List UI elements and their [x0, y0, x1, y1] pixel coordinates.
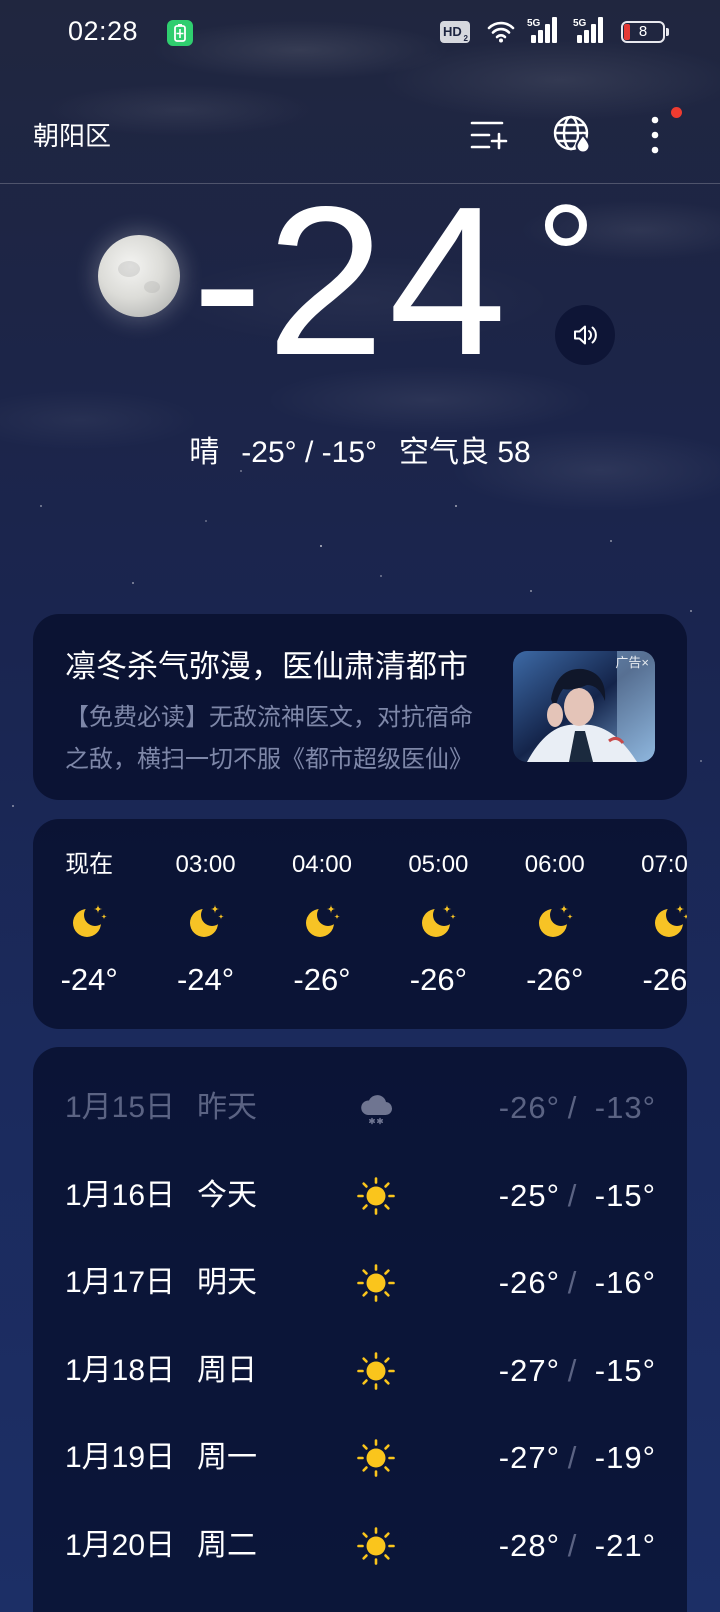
moon-stars-icon — [535, 901, 575, 941]
battery-level: 8 — [638, 23, 648, 40]
sun-icon — [356, 1351, 396, 1391]
ad-description: 【免费必读】无敌流神医文，对抗宿命之敌，横扫一切不服《都市超级医仙》 — [65, 704, 473, 773]
hourly-item[interactable]: 06:00 -26° — [497, 819, 613, 999]
ad-card[interactable]: 凛冬杀气弥漫，医仙肃清都市 【免费必读】无敌流神医文，对抗宿命之敌，横扫一切不服… — [33, 614, 687, 800]
condition-summary[interactable]: 晴 -25° / -15° 空气良 58 — [0, 433, 720, 473]
star-background — [0, 0, 2, 2]
globe-icon[interactable] — [552, 114, 592, 154]
day-date: 1月19日 — [65, 1441, 176, 1475]
day-date: 1月16日 — [65, 1178, 176, 1212]
speaker-icon — [574, 325, 597, 345]
network-type-label: 5G — [527, 18, 541, 29]
day-label: 明天 — [197, 1266, 257, 1300]
day-label: 周二 — [197, 1528, 257, 1562]
temperature-range: -25° / -15° — [241, 436, 377, 469]
day-max-temp: -19° — [594, 1440, 656, 1476]
hourly-item[interactable]: 07:00 -26° — [613, 819, 687, 999]
location-title[interactable]: 朝阳区 — [33, 121, 111, 151]
current-temperature: -24 — [192, 162, 511, 399]
daily-row[interactable]: 1月20日 周二 -28° / -21° — [33, 1502, 687, 1590]
hourly-item[interactable]: 03:00 -24° — [147, 819, 263, 999]
status-time: 02:28 — [68, 16, 139, 46]
day-min-temp: -28° — [498, 1527, 560, 1563]
daily-row[interactable]: 1月17日 明天 -26° / -16° — [33, 1239, 687, 1327]
hour-temperature: -26° — [526, 962, 584, 997]
air-quality[interactable]: 空气良 58 — [399, 433, 531, 473]
notification-dot — [671, 107, 682, 118]
day-max-temp: -16° — [594, 1265, 656, 1301]
signal-icon: 5G — [573, 17, 603, 43]
sun-icon — [356, 1526, 396, 1566]
moon-stars-icon — [69, 901, 109, 941]
hourly-item[interactable]: 05:00 -26° — [380, 819, 496, 999]
day-max-temp: -15° — [594, 1352, 656, 1388]
day-date: 1月18日 — [65, 1353, 176, 1387]
add-city-icon[interactable] — [469, 118, 509, 152]
daily-forecast-list: 1月15日 昨天 -26° / -13° 1月16日 今天 -25° / -15… — [33, 1064, 687, 1590]
hour-label: 06:00 — [524, 851, 585, 878]
weather-app-screen: 02:28 HD 2 5G 5G 8 朝阳区 -24 ° 晴 -25° / -1… — [0, 0, 720, 1612]
ad-label: 广告 — [615, 655, 642, 670]
ad-close-button[interactable]: × — [641, 655, 649, 670]
day-min-temp: -26° — [498, 1090, 560, 1125]
sun-icon — [356, 1263, 396, 1303]
hour-temperature: -26° — [409, 962, 467, 997]
day-label: 今天 — [197, 1178, 257, 1212]
daily-row[interactable]: 1月18日 周日 -27° / -15° — [33, 1327, 687, 1415]
daily-forecast-card[interactable]: 1月15日 昨天 -26° / -13° 1月16日 今天 -25° / -15… — [33, 1047, 687, 1612]
hour-label: 03:00 — [175, 851, 236, 878]
day-min-temp: -26° — [498, 1265, 560, 1301]
sun-icon — [356, 1176, 396, 1216]
hour-label: 04:00 — [291, 851, 352, 878]
speak-weather-button[interactable] — [555, 305, 615, 365]
hour-label: 现在 — [65, 851, 114, 878]
hour-temperature: -26° — [642, 962, 687, 997]
hour-label: 07:00 — [641, 851, 687, 878]
cloud-snow-icon — [356, 1088, 396, 1128]
hour-temperature: -24° — [60, 962, 118, 997]
day-max-temp: -15° — [594, 1177, 656, 1213]
hd-voice-icon: HD 2 — [440, 21, 470, 43]
hourly-item[interactable]: 04:00 -26° — [264, 819, 380, 999]
sun-icon — [356, 1438, 396, 1478]
day-date: 1月20日 — [65, 1528, 176, 1562]
signal-icon: 5G — [527, 17, 557, 43]
charging-icon — [167, 20, 193, 46]
hd-label: HD — [443, 24, 462, 39]
daily-row[interactable]: 1月16日 今天 -25° / -15° — [33, 1152, 687, 1240]
more-vertical-icon[interactable] — [648, 114, 662, 156]
moon-stars-icon — [651, 901, 687, 941]
hour-temperature: -26° — [293, 962, 351, 997]
day-min-temp: -27° — [498, 1440, 560, 1476]
hourly-forecast-card[interactable]: 现在 -24° 03:00 -24° 04:00 -26° 05:00 -26°… — [33, 819, 687, 1029]
daily-row[interactable]: 1月19日 周一 -27° / -19° — [33, 1414, 687, 1502]
day-max-temp: -13° — [594, 1090, 656, 1125]
hd-sub-label: 2 — [463, 34, 468, 43]
day-max-temp: -21° — [594, 1527, 656, 1563]
day-date: 1月17日 — [65, 1266, 176, 1300]
day-min-temp: -25° — [498, 1177, 560, 1213]
moon-stars-icon — [302, 901, 342, 941]
day-min-temp: -27° — [498, 1352, 560, 1388]
condition-text: 晴 — [189, 436, 220, 469]
network-type-label: 5G — [573, 18, 587, 29]
full-moon-icon — [98, 235, 180, 317]
battery-terminal — [666, 28, 669, 36]
hour-temperature: -24° — [176, 962, 235, 997]
daily-row[interactable]: 1月15日 昨天 -26° / -13° — [33, 1064, 687, 1152]
moon-stars-icon — [418, 901, 458, 941]
wifi-icon — [487, 21, 515, 43]
day-label: 昨天 — [197, 1091, 257, 1124]
day-date: 1月15日 — [65, 1091, 176, 1124]
hour-label: 05:00 — [408, 851, 469, 878]
day-label: 周一 — [197, 1441, 257, 1475]
day-label: 周日 — [197, 1353, 257, 1387]
ad-badge[interactable]: 广告× — [615, 655, 649, 671]
hourly-forecast-list[interactable]: 现在 -24° 03:00 -24° 04:00 -26° 05:00 -26°… — [33, 819, 687, 999]
hourly-item[interactable]: 现在 -24° — [33, 819, 147, 999]
moon-stars-icon — [186, 901, 226, 941]
battery-icon: 8 — [621, 21, 665, 43]
ad-image[interactable]: 广告× — [513, 651, 655, 762]
ad-title: 凛冬杀气弥漫，医仙肃清都市 — [65, 649, 468, 684]
